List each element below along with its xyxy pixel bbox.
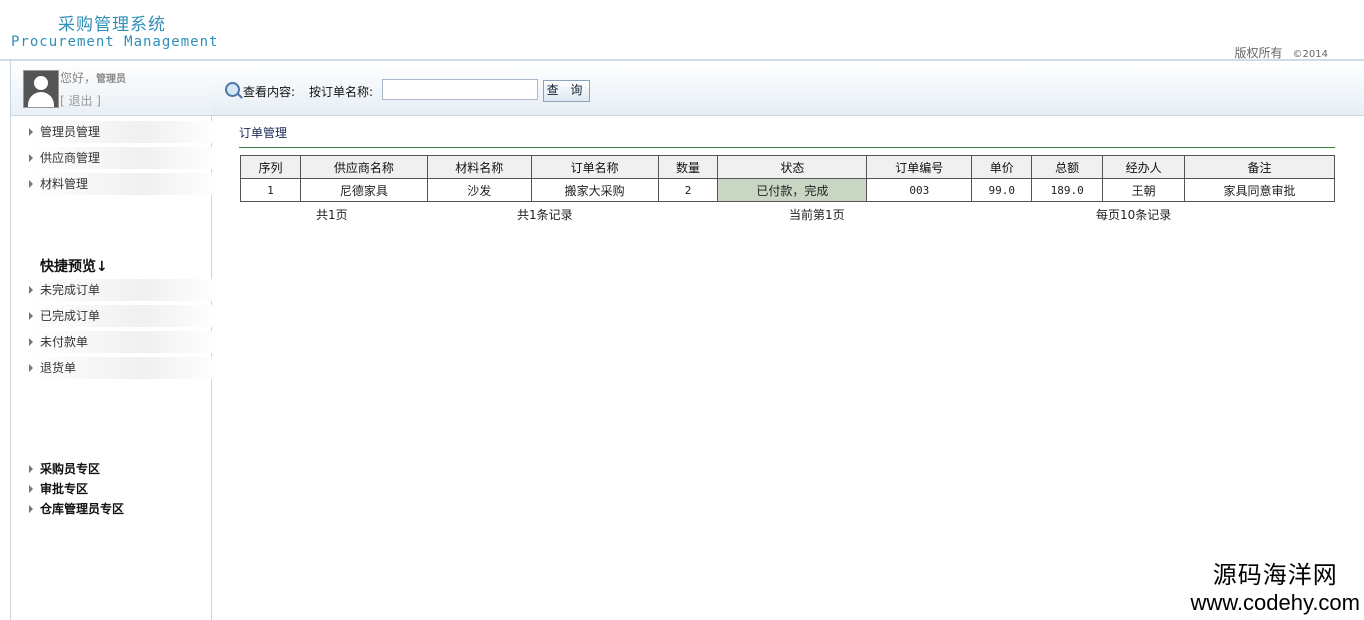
search-icon [225,82,240,97]
table-header-row: 序列 供应商名称 材料名称 订单名称 数量 状态 订单编号 单价 总额 经办人 … [240,155,1335,179]
cell-total: 189.0 [1031,178,1104,202]
sidebar-zone-warehouse[interactable]: 仓库管理员专区 [27,498,220,520]
cell-supplier: 尼德家具 [299,178,428,202]
avatar-icon [23,70,59,108]
column-header: 备注 [1184,155,1335,179]
greeting-text: 您好， [60,71,97,85]
search-bar: 查看内容: 按订单名称: 查 询 [211,61,1364,116]
cell-remark: 家具同意审批 [1184,178,1335,202]
column-header: 材料名称 [426,155,532,179]
search-button[interactable]: 查 询 [543,80,590,102]
column-header: 数量 [657,155,719,179]
column-header: 经办人 [1102,155,1186,179]
quick-preview-title: 快捷预览↓ [40,259,108,275]
pager-records: 共1条记录 [517,208,573,222]
sidebar-item-material[interactable]: 材料管理 [27,173,220,195]
pager-per-page: 每页10条记录 [1096,208,1172,222]
search-label: 查看内容: [243,85,296,99]
sidebar-item-finished-orders[interactable]: 已完成订单 [27,305,220,327]
app-header: 采购管理系统 Procurement Management 版权所有 ©2014 [0,0,1364,60]
pager-pages: 共1页 [316,208,348,222]
sidebar-item-returns[interactable]: 退货单 [27,357,220,379]
sidebar-item-unpaid[interactable]: 未付款单 [27,331,220,353]
column-header: 订单编号 [866,155,973,179]
sidebar-item-admin[interactable]: 管理员管理 [27,121,220,143]
cell-material: 沙发 [426,178,532,202]
cell-unit-price: 99.0 [971,178,1033,202]
watermark-line1: 源码海洋网 [1212,561,1338,589]
section-title: 订单管理 [239,126,288,140]
cell-order-name: 搬家大采购 [530,178,659,202]
sidebar-item-unfinished-orders[interactable]: 未完成订单 [27,279,220,301]
table-row: 1 尼德家具 沙发 搬家大采购 2 已付款，完成 003 99.0 189.0 … [240,178,1335,202]
cell-quantity: 2 [657,178,719,202]
sidebar: 您好，管理员 [ 退出 ] 管理员管理 供应商管理 材料管理 快捷预览↓ 未完成… [10,61,220,620]
order-name-input[interactable] [382,79,538,100]
section-divider [239,147,1335,148]
user-name: 管理员 [96,74,127,85]
greeting: 您好，管理员 [60,69,126,86]
app-title-cn: 采购管理系统 [58,15,166,35]
cell-status: 已付款，完成 [717,178,868,202]
cell-handler: 王朝 [1102,178,1186,202]
copyright-text: 版权所有 [1234,46,1283,60]
app-title-en: Procurement Management [11,34,219,50]
column-header: 订单名称 [530,155,659,179]
column-header: 总额 [1031,155,1104,179]
column-header: 状态 [717,155,868,179]
user-panel: 您好，管理员 [ 退出 ] [11,61,211,116]
cell-order-number: 003 [866,178,973,202]
watermark-line2: www.codehy.com [1190,590,1360,615]
column-header: 序列 [240,155,301,179]
order-name-label: 按订单名称: [309,85,374,99]
sidebar-zone-buyer[interactable]: 采购员专区 [27,458,220,480]
orders-table: 序列 供应商名称 材料名称 订单名称 数量 状态 订单编号 单价 总额 经办人 … [240,155,1335,202]
column-header: 单价 [971,155,1033,179]
sidebar-item-supplier[interactable]: 供应商管理 [27,147,220,169]
pager-current: 当前第1页 [789,208,845,222]
cell-index: 1 [240,178,301,202]
column-header: 供应商名称 [299,155,428,179]
watermark: 源码海洋网 www.codehy.com [1190,555,1360,616]
logout-link[interactable]: [ 退出 ] [60,92,101,109]
sidebar-zone-approval[interactable]: 审批专区 [27,478,220,500]
